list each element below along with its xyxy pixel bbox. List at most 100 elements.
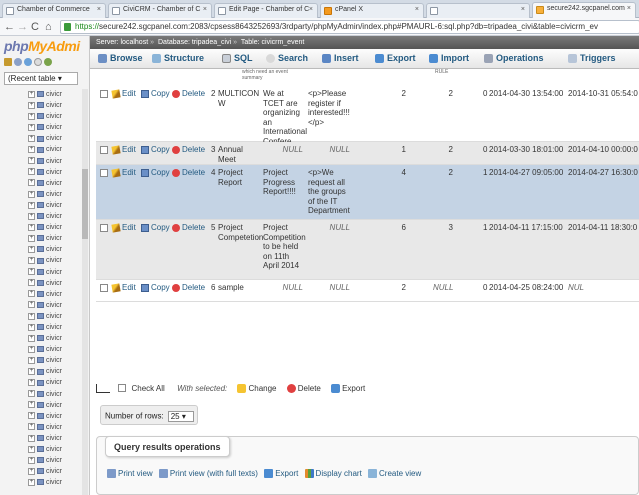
url-input[interactable]: https://secure242.sgcpanel.com:2083/cpse… [60,20,639,34]
tab-import[interactable]: Import [429,53,469,64]
close-icon[interactable]: × [97,6,101,13]
tree-item[interactable]: + civicr [28,100,62,111]
tree-item[interactable]: + civicr [28,466,62,477]
tree-item[interactable]: + civicr [28,244,62,255]
browser-tab[interactable]: Edit Page - Chamber of C × [214,3,318,18]
expand-icon[interactable]: + [28,112,35,120]
expand-icon[interactable]: + [28,290,35,298]
delete-button[interactable]: Delete [172,145,205,154]
tree-item[interactable]: + civicr [28,366,62,377]
expand-icon[interactable]: + [28,268,35,276]
tree-item[interactable]: + civicr [28,133,62,144]
tree-item[interactable]: + civicr [28,156,62,167]
edit-button[interactable]: Edit [111,223,136,233]
check-all-checkbox[interactable] [118,384,127,392]
browser-tab[interactable]: Chamber of Commerce × [2,3,106,18]
expand-icon[interactable]: + [28,201,35,209]
tree-item[interactable]: + civicr [28,444,62,455]
change-button[interactable]: Change [248,384,276,393]
home-icon[interactable]: ⌂ [45,20,52,34]
sidebar-scrollbar[interactable] [82,89,88,495]
expand-icon[interactable]: + [28,146,35,154]
expand-icon[interactable]: + [28,434,35,442]
tree-item[interactable]: + civicr [28,433,62,444]
row-checkbox[interactable] [100,224,108,232]
tree-item[interactable]: + civicr [28,167,62,178]
query-icon[interactable] [24,58,32,66]
expand-icon[interactable]: + [28,379,35,387]
tree-item[interactable]: + civicr [28,255,62,266]
tree-item[interactable]: + civicr [28,222,62,233]
tree-item[interactable]: + civicr [28,377,62,388]
close-icon[interactable]: × [203,6,207,13]
expand-icon[interactable]: + [28,168,35,176]
display-chart-link[interactable]: Display chart [316,469,362,478]
export-button[interactable]: Export [342,384,365,393]
tree-item[interactable]: + civicr [28,477,62,488]
copy-button[interactable]: Copy [141,168,170,177]
delete-button[interactable]: Delete [172,283,205,292]
expand-icon[interactable]: + [28,157,35,165]
expand-icon[interactable]: + [28,301,35,309]
tree-item[interactable]: + civicr [28,355,62,366]
expand-icon[interactable]: + [28,279,35,287]
tree-item[interactable]: + civicr [28,122,62,133]
tree-item[interactable]: + civicr [28,211,62,222]
row-checkbox[interactable] [100,284,108,292]
settings-icon[interactable] [44,58,52,66]
expand-icon[interactable]: + [28,234,35,242]
table-row[interactable]: Edit Copy Delete 6 sample NULL NULL 2 NULL 0 2014-… [96,280,639,302]
tree-item[interactable]: + civicr [28,189,62,200]
tree-item[interactable]: + civicr [28,389,62,400]
expand-icon[interactable]: + [28,478,35,486]
server-link[interactable]: Server: localhost [96,39,148,46]
tree-item[interactable]: + civicr [28,178,62,189]
tab-structure[interactable]: Structure [152,53,204,64]
edit-button[interactable]: Edit [111,145,136,155]
tab-triggers[interactable]: Triggers [568,53,616,64]
expand-icon[interactable]: + [28,212,35,220]
tree-item[interactable]: + civicr [28,300,62,311]
row-checkbox[interactable] [100,146,108,154]
edit-button[interactable]: Edit [111,89,136,99]
table-link[interactable]: Table: civicrm_event [241,39,304,46]
tree-item[interactable]: + civicr [28,322,62,333]
edit-button[interactable]: Edit [111,168,136,178]
tab-insert[interactable]: Insert [322,53,359,64]
tree-item[interactable]: + civicr [28,333,62,344]
tab-search[interactable]: Search [266,53,308,64]
tree-item[interactable]: + civicr [28,311,62,322]
print-full-link[interactable]: Print view (with full texts) [170,469,258,478]
recent-tables-select[interactable]: (Recent table ▾ [4,72,78,85]
close-icon[interactable]: × [309,6,313,13]
tab-sql[interactable]: SQL [222,53,253,64]
copy-button[interactable]: Copy [141,145,170,154]
tree-item[interactable]: + civicr [28,233,62,244]
export-link[interactable]: Export [275,469,298,478]
expand-icon[interactable]: + [28,323,35,331]
tree-item[interactable]: + civicr [28,144,62,155]
expand-icon[interactable]: + [28,101,35,109]
expand-icon[interactable]: + [28,456,35,464]
expand-icon[interactable]: + [28,190,35,198]
expand-icon[interactable]: + [28,412,35,420]
delete-button[interactable]: Delete [172,89,205,98]
expand-icon[interactable]: + [28,257,35,265]
expand-icon[interactable]: + [28,334,35,342]
forward-icon[interactable]: → [17,20,28,34]
tree-item[interactable]: + civicr [28,89,62,100]
expand-icon[interactable]: + [28,223,35,231]
browser-tab-active[interactable]: secure242.sgcpanel.com × [532,2,636,19]
table-row[interactable]: Edit Copy Delete 2 MULTICON W We at TCET are … [96,86,639,146]
database-link[interactable]: Database: tripadea_civi [158,39,231,46]
expand-icon[interactable]: + [28,423,35,431]
tree-item[interactable]: + civicr [28,411,62,422]
expand-icon[interactable]: + [28,445,35,453]
create-view-link[interactable]: Create view [379,469,421,478]
table-row[interactable]: Edit Copy Delete 3 Annual Meet NULL NULL 1 2 0 201… [96,142,639,165]
docs-icon[interactable] [34,58,42,66]
edit-button[interactable]: Edit [111,283,136,293]
home-icon[interactable] [4,58,12,66]
tree-item[interactable]: + civicr [28,278,62,289]
expand-icon[interactable]: + [28,345,35,353]
